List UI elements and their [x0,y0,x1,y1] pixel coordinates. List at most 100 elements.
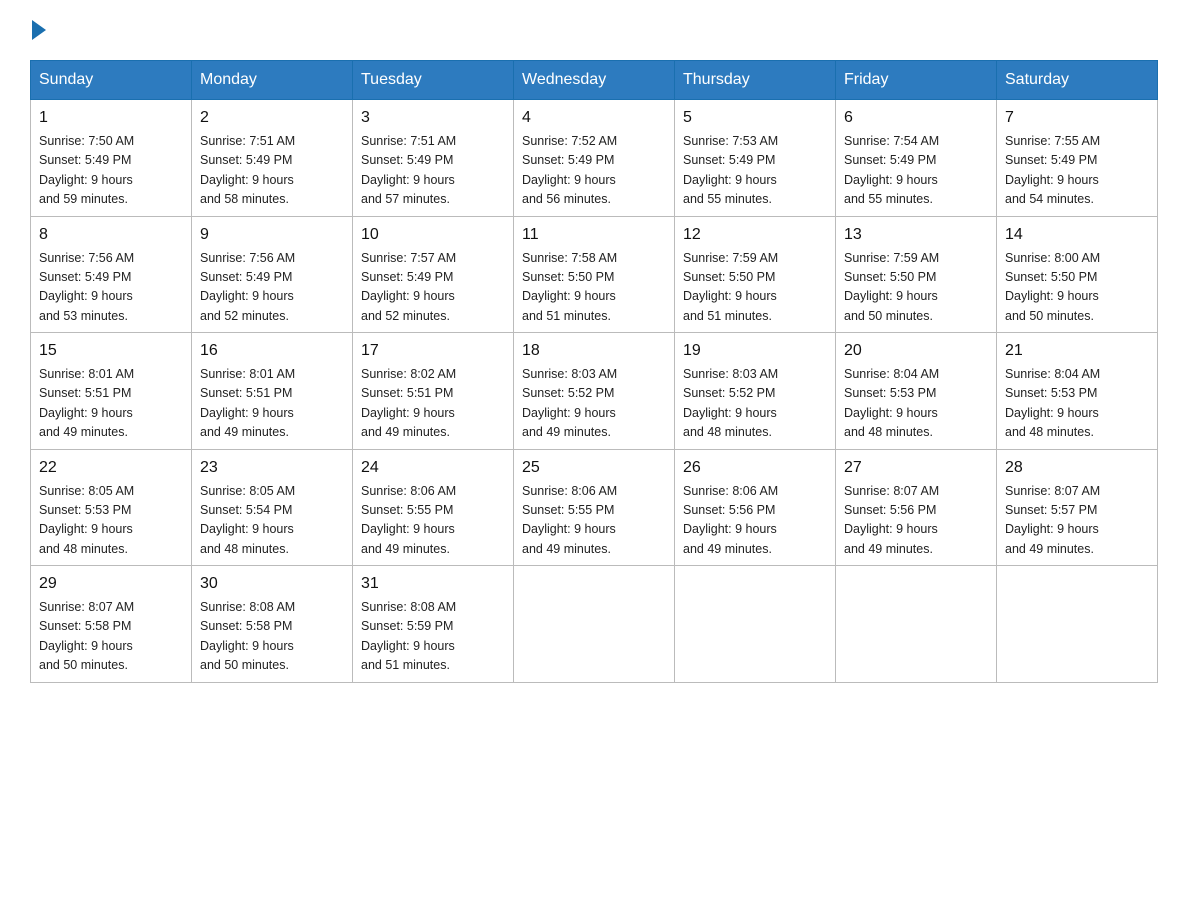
day-cell-25: 25Sunrise: 8:06 AMSunset: 5:55 PMDayligh… [514,449,675,566]
day-info: Sunrise: 8:01 AMSunset: 5:51 PMDaylight:… [39,365,183,443]
day-number: 26 [683,456,827,480]
day-number: 7 [1005,106,1149,130]
day-number: 15 [39,339,183,363]
day-info: Sunrise: 7:51 AMSunset: 5:49 PMDaylight:… [361,132,505,210]
day-cell-16: 16Sunrise: 8:01 AMSunset: 5:51 PMDayligh… [192,333,353,450]
day-info: Sunrise: 8:07 AMSunset: 5:56 PMDaylight:… [844,482,988,560]
day-info: Sunrise: 8:07 AMSunset: 5:57 PMDaylight:… [1005,482,1149,560]
day-header-wednesday: Wednesday [514,61,675,100]
day-cell-8: 8Sunrise: 7:56 AMSunset: 5:49 PMDaylight… [31,216,192,333]
day-number: 17 [361,339,505,363]
day-info: Sunrise: 7:53 AMSunset: 5:49 PMDaylight:… [683,132,827,210]
day-number: 10 [361,223,505,247]
day-info: Sunrise: 7:54 AMSunset: 5:49 PMDaylight:… [844,132,988,210]
day-cell-13: 13Sunrise: 7:59 AMSunset: 5:50 PMDayligh… [836,216,997,333]
day-cell-31: 31Sunrise: 8:08 AMSunset: 5:59 PMDayligh… [353,566,514,683]
week-row-4: 22Sunrise: 8:05 AMSunset: 5:53 PMDayligh… [31,449,1158,566]
day-number: 16 [200,339,344,363]
day-number: 24 [361,456,505,480]
week-row-1: 1Sunrise: 7:50 AMSunset: 5:49 PMDaylight… [31,100,1158,217]
day-number: 5 [683,106,827,130]
day-cell-1: 1Sunrise: 7:50 AMSunset: 5:49 PMDaylight… [31,100,192,217]
day-header-tuesday: Tuesday [353,61,514,100]
day-cell-19: 19Sunrise: 8:03 AMSunset: 5:52 PMDayligh… [675,333,836,450]
day-cell-21: 21Sunrise: 8:04 AMSunset: 5:53 PMDayligh… [997,333,1158,450]
day-header-monday: Monday [192,61,353,100]
day-cell-10: 10Sunrise: 7:57 AMSunset: 5:49 PMDayligh… [353,216,514,333]
empty-cell [675,566,836,683]
day-number: 2 [200,106,344,130]
day-cell-15: 15Sunrise: 8:01 AMSunset: 5:51 PMDayligh… [31,333,192,450]
day-number: 30 [200,572,344,596]
day-number: 27 [844,456,988,480]
day-info: Sunrise: 8:05 AMSunset: 5:53 PMDaylight:… [39,482,183,560]
day-info: Sunrise: 8:03 AMSunset: 5:52 PMDaylight:… [522,365,666,443]
day-cell-24: 24Sunrise: 8:06 AMSunset: 5:55 PMDayligh… [353,449,514,566]
day-number: 11 [522,223,666,247]
day-number: 1 [39,106,183,130]
day-number: 9 [200,223,344,247]
day-cell-14: 14Sunrise: 8:00 AMSunset: 5:50 PMDayligh… [997,216,1158,333]
day-info: Sunrise: 7:59 AMSunset: 5:50 PMDaylight:… [683,249,827,327]
day-cell-18: 18Sunrise: 8:03 AMSunset: 5:52 PMDayligh… [514,333,675,450]
logo-arrow-icon [32,20,46,40]
day-info: Sunrise: 7:52 AMSunset: 5:49 PMDaylight:… [522,132,666,210]
day-cell-23: 23Sunrise: 8:05 AMSunset: 5:54 PMDayligh… [192,449,353,566]
day-number: 12 [683,223,827,247]
day-number: 28 [1005,456,1149,480]
calendar-table: SundayMondayTuesdayWednesdayThursdayFrid… [30,60,1158,683]
day-cell-2: 2Sunrise: 7:51 AMSunset: 5:49 PMDaylight… [192,100,353,217]
day-info: Sunrise: 8:01 AMSunset: 5:51 PMDaylight:… [200,365,344,443]
day-info: Sunrise: 8:06 AMSunset: 5:55 PMDaylight:… [522,482,666,560]
day-cell-28: 28Sunrise: 8:07 AMSunset: 5:57 PMDayligh… [997,449,1158,566]
days-header-row: SundayMondayTuesdayWednesdayThursdayFrid… [31,61,1158,100]
day-number: 6 [844,106,988,130]
day-number: 14 [1005,223,1149,247]
day-number: 23 [200,456,344,480]
day-info: Sunrise: 8:04 AMSunset: 5:53 PMDaylight:… [844,365,988,443]
day-header-thursday: Thursday [675,61,836,100]
empty-cell [836,566,997,683]
day-number: 31 [361,572,505,596]
day-number: 4 [522,106,666,130]
day-number: 19 [683,339,827,363]
day-info: Sunrise: 7:56 AMSunset: 5:49 PMDaylight:… [200,249,344,327]
day-header-sunday: Sunday [31,61,192,100]
day-cell-3: 3Sunrise: 7:51 AMSunset: 5:49 PMDaylight… [353,100,514,217]
day-info: Sunrise: 8:06 AMSunset: 5:56 PMDaylight:… [683,482,827,560]
day-number: 22 [39,456,183,480]
day-cell-12: 12Sunrise: 7:59 AMSunset: 5:50 PMDayligh… [675,216,836,333]
day-cell-5: 5Sunrise: 7:53 AMSunset: 5:49 PMDaylight… [675,100,836,217]
day-info: Sunrise: 8:06 AMSunset: 5:55 PMDaylight:… [361,482,505,560]
day-number: 20 [844,339,988,363]
day-number: 3 [361,106,505,130]
day-info: Sunrise: 8:04 AMSunset: 5:53 PMDaylight:… [1005,365,1149,443]
day-cell-6: 6Sunrise: 7:54 AMSunset: 5:49 PMDaylight… [836,100,997,217]
empty-cell [514,566,675,683]
day-info: Sunrise: 8:00 AMSunset: 5:50 PMDaylight:… [1005,249,1149,327]
page-header [30,20,1158,40]
day-info: Sunrise: 8:08 AMSunset: 5:58 PMDaylight:… [200,598,344,676]
day-cell-17: 17Sunrise: 8:02 AMSunset: 5:51 PMDayligh… [353,333,514,450]
day-cell-27: 27Sunrise: 8:07 AMSunset: 5:56 PMDayligh… [836,449,997,566]
day-number: 8 [39,223,183,247]
logo-blue-part [30,20,46,40]
day-info: Sunrise: 8:02 AMSunset: 5:51 PMDaylight:… [361,365,505,443]
week-row-5: 29Sunrise: 8:07 AMSunset: 5:58 PMDayligh… [31,566,1158,683]
day-info: Sunrise: 8:05 AMSunset: 5:54 PMDaylight:… [200,482,344,560]
day-header-saturday: Saturday [997,61,1158,100]
day-info: Sunrise: 8:03 AMSunset: 5:52 PMDaylight:… [683,365,827,443]
day-cell-4: 4Sunrise: 7:52 AMSunset: 5:49 PMDaylight… [514,100,675,217]
day-info: Sunrise: 7:59 AMSunset: 5:50 PMDaylight:… [844,249,988,327]
day-cell-9: 9Sunrise: 7:56 AMSunset: 5:49 PMDaylight… [192,216,353,333]
day-cell-11: 11Sunrise: 7:58 AMSunset: 5:50 PMDayligh… [514,216,675,333]
day-info: Sunrise: 7:56 AMSunset: 5:49 PMDaylight:… [39,249,183,327]
day-number: 29 [39,572,183,596]
day-info: Sunrise: 8:07 AMSunset: 5:58 PMDaylight:… [39,598,183,676]
day-cell-7: 7Sunrise: 7:55 AMSunset: 5:49 PMDaylight… [997,100,1158,217]
day-info: Sunrise: 7:50 AMSunset: 5:49 PMDaylight:… [39,132,183,210]
day-cell-20: 20Sunrise: 8:04 AMSunset: 5:53 PMDayligh… [836,333,997,450]
day-number: 25 [522,456,666,480]
day-info: Sunrise: 8:08 AMSunset: 5:59 PMDaylight:… [361,598,505,676]
day-header-friday: Friday [836,61,997,100]
